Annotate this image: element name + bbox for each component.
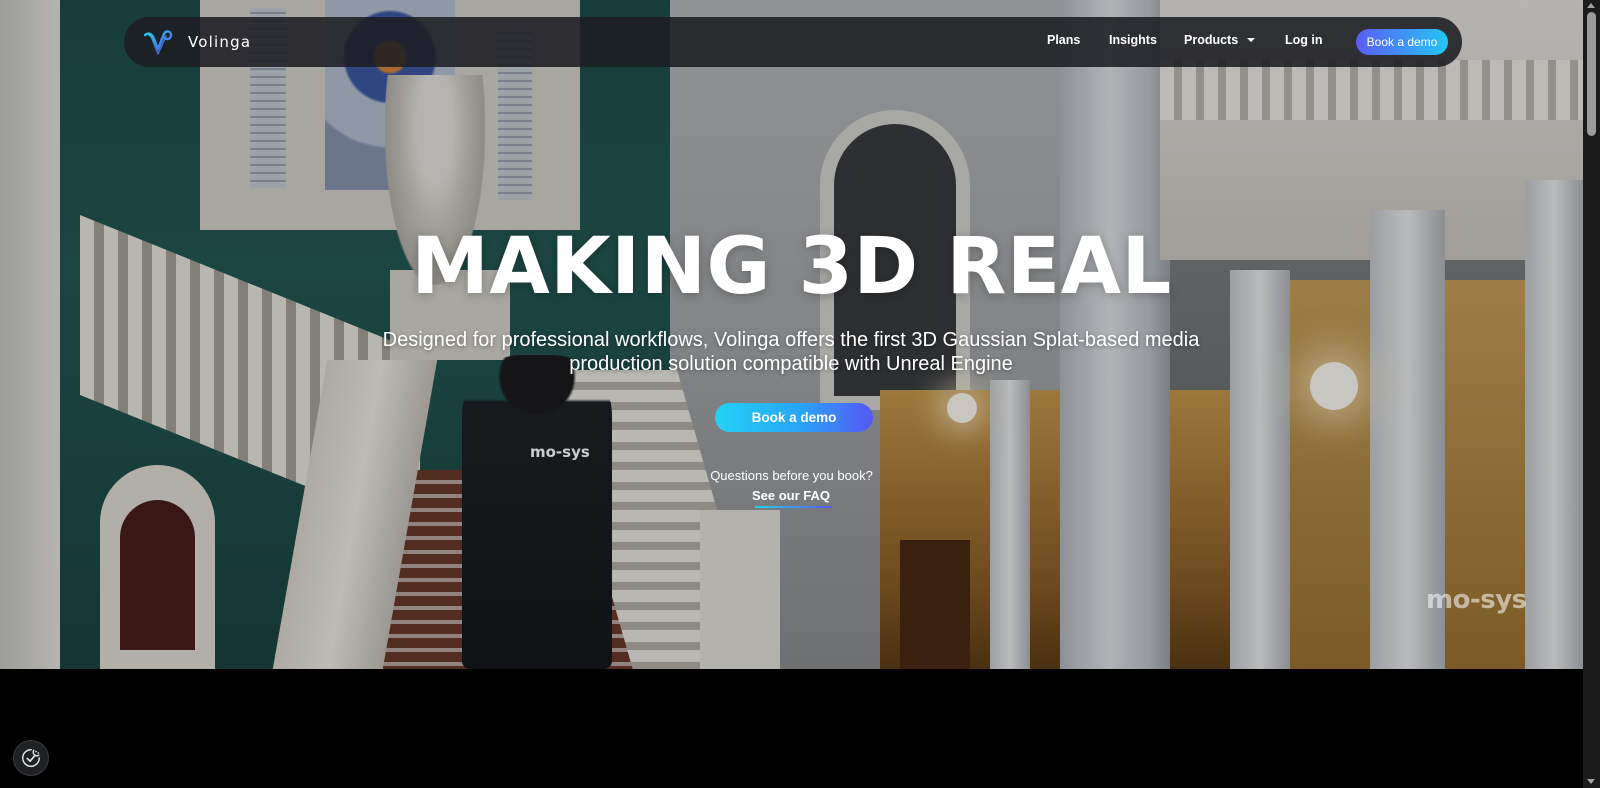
nav-plans-link[interactable]: Plans bbox=[1047, 33, 1080, 47]
chevron-down-icon bbox=[1247, 38, 1256, 42]
shirt-logo-text: mo-sys bbox=[530, 443, 590, 461]
page-viewport: mo-sys mo-sys MAKING 3D REAL Designed fo… bbox=[0, 0, 1583, 788]
faq-prompt-text: Questions before you book? bbox=[710, 468, 873, 483]
nav-insights-link[interactable]: Insights bbox=[1109, 33, 1157, 47]
nav-links: Plans Insights Products Log in Book a de… bbox=[124, 17, 1462, 67]
faq-link-underline bbox=[755, 506, 832, 508]
scroll-up-arrow-icon[interactable] bbox=[1587, 3, 1595, 8]
nav-products-dropdown[interactable]: Products bbox=[1184, 33, 1256, 47]
top-navbar: Volinga Plans Insights Products Log in B… bbox=[124, 17, 1462, 67]
page-scrollbar[interactable] bbox=[1583, 0, 1600, 788]
hero-title: MAKING 3D REAL bbox=[411, 222, 1172, 312]
nav-book-demo-button[interactable]: Book a demo bbox=[1356, 29, 1448, 55]
nav-products-label: Products bbox=[1184, 33, 1239, 47]
see-faq-link[interactable]: See our FAQ bbox=[741, 488, 841, 503]
hero-book-demo-button[interactable]: Book a demo bbox=[715, 403, 873, 432]
cookie-consent-icon bbox=[22, 749, 40, 767]
hero-video-background: mo-sys mo-sys MAKING 3D REAL Designed fo… bbox=[0, 0, 1583, 669]
video-watermark: mo-sys bbox=[1426, 585, 1527, 615]
cookie-consent-button[interactable] bbox=[13, 740, 49, 776]
scrollbar-thumb[interactable] bbox=[1587, 12, 1596, 136]
nav-login-link[interactable]: Log in bbox=[1285, 33, 1323, 47]
hero-subtitle: Designed for professional workflows, Vol… bbox=[382, 329, 1200, 375]
scroll-down-arrow-icon[interactable] bbox=[1587, 779, 1595, 784]
